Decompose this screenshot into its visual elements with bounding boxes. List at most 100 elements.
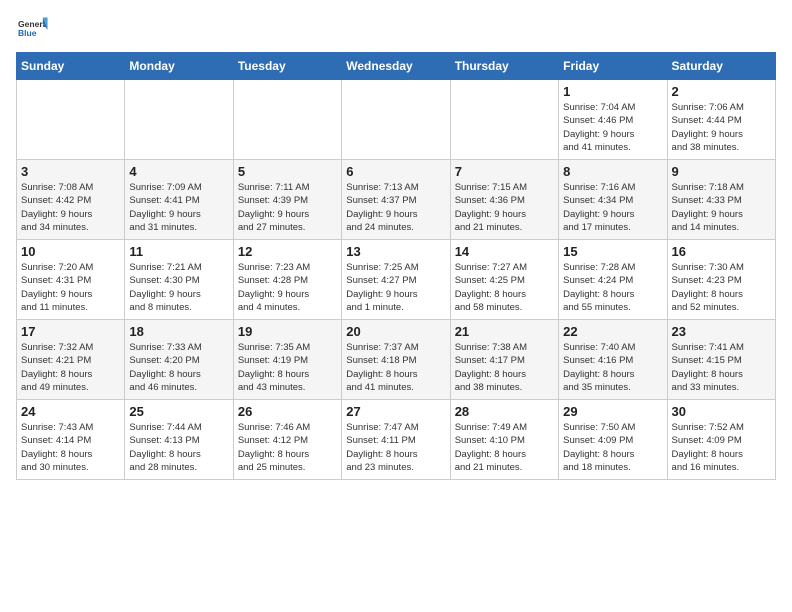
calendar-week-row: 24 Sunrise: 7:43 AM Sunset: 4:14 PM Dayli… bbox=[17, 400, 776, 480]
day-info: Sunrise: 7:30 AM Sunset: 4:23 PM Dayligh… bbox=[672, 261, 771, 314]
calendar-week-row: 10 Sunrise: 7:20 AM Sunset: 4:31 PM Dayli… bbox=[17, 240, 776, 320]
day-number: 7 bbox=[455, 164, 554, 179]
day-info: Sunrise: 7:09 AM Sunset: 4:41 PM Dayligh… bbox=[129, 181, 228, 234]
logo-icon: General Blue bbox=[16, 16, 48, 44]
day-number: 2 bbox=[672, 84, 771, 99]
day-number: 3 bbox=[21, 164, 120, 179]
day-info: Sunrise: 7:43 AM Sunset: 4:14 PM Dayligh… bbox=[21, 421, 120, 474]
day-number: 9 bbox=[672, 164, 771, 179]
calendar-cell: 25 Sunrise: 7:44 AM Sunset: 4:13 PM Dayli… bbox=[125, 400, 233, 480]
day-number: 25 bbox=[129, 404, 228, 419]
calendar-week-row: 3 Sunrise: 7:08 AM Sunset: 4:42 PM Daylig… bbox=[17, 160, 776, 240]
calendar-cell: 18 Sunrise: 7:33 AM Sunset: 4:20 PM Dayli… bbox=[125, 320, 233, 400]
day-info: Sunrise: 7:46 AM Sunset: 4:12 PM Dayligh… bbox=[238, 421, 337, 474]
day-number: 12 bbox=[238, 244, 337, 259]
calendar-cell: 30 Sunrise: 7:52 AM Sunset: 4:09 PM Dayli… bbox=[667, 400, 775, 480]
day-info: Sunrise: 7:08 AM Sunset: 4:42 PM Dayligh… bbox=[21, 181, 120, 234]
calendar-cell bbox=[450, 80, 558, 160]
day-number: 20 bbox=[346, 324, 445, 339]
day-info: Sunrise: 7:37 AM Sunset: 4:18 PM Dayligh… bbox=[346, 341, 445, 394]
day-number: 17 bbox=[21, 324, 120, 339]
day-info: Sunrise: 7:20 AM Sunset: 4:31 PM Dayligh… bbox=[21, 261, 120, 314]
day-number: 11 bbox=[129, 244, 228, 259]
day-number: 14 bbox=[455, 244, 554, 259]
weekday-header-saturday: Saturday bbox=[667, 53, 775, 80]
calendar-cell: 12 Sunrise: 7:23 AM Sunset: 4:28 PM Dayli… bbox=[233, 240, 341, 320]
day-info: Sunrise: 7:18 AM Sunset: 4:33 PM Dayligh… bbox=[672, 181, 771, 234]
day-info: Sunrise: 7:21 AM Sunset: 4:30 PM Dayligh… bbox=[129, 261, 228, 314]
calendar-cell bbox=[17, 80, 125, 160]
page-header: General Blue bbox=[16, 16, 776, 44]
calendar-cell: 2 Sunrise: 7:06 AM Sunset: 4:44 PM Daylig… bbox=[667, 80, 775, 160]
day-info: Sunrise: 7:06 AM Sunset: 4:44 PM Dayligh… bbox=[672, 101, 771, 154]
day-info: Sunrise: 7:47 AM Sunset: 4:11 PM Dayligh… bbox=[346, 421, 445, 474]
calendar-cell bbox=[233, 80, 341, 160]
calendar-cell: 7 Sunrise: 7:15 AM Sunset: 4:36 PM Daylig… bbox=[450, 160, 558, 240]
calendar-cell: 10 Sunrise: 7:20 AM Sunset: 4:31 PM Dayli… bbox=[17, 240, 125, 320]
calendar-cell: 1 Sunrise: 7:04 AM Sunset: 4:46 PM Daylig… bbox=[559, 80, 667, 160]
day-number: 30 bbox=[672, 404, 771, 419]
day-info: Sunrise: 7:27 AM Sunset: 4:25 PM Dayligh… bbox=[455, 261, 554, 314]
day-number: 24 bbox=[21, 404, 120, 419]
day-info: Sunrise: 7:33 AM Sunset: 4:20 PM Dayligh… bbox=[129, 341, 228, 394]
day-info: Sunrise: 7:38 AM Sunset: 4:17 PM Dayligh… bbox=[455, 341, 554, 394]
day-info: Sunrise: 7:11 AM Sunset: 4:39 PM Dayligh… bbox=[238, 181, 337, 234]
svg-text:Blue: Blue bbox=[18, 28, 37, 38]
calendar-cell: 5 Sunrise: 7:11 AM Sunset: 4:39 PM Daylig… bbox=[233, 160, 341, 240]
day-number: 6 bbox=[346, 164, 445, 179]
day-number: 29 bbox=[563, 404, 662, 419]
day-number: 5 bbox=[238, 164, 337, 179]
day-info: Sunrise: 7:16 AM Sunset: 4:34 PM Dayligh… bbox=[563, 181, 662, 234]
calendar-cell: 14 Sunrise: 7:27 AM Sunset: 4:25 PM Dayli… bbox=[450, 240, 558, 320]
weekday-header-sunday: Sunday bbox=[17, 53, 125, 80]
weekday-header-friday: Friday bbox=[559, 53, 667, 80]
day-info: Sunrise: 7:32 AM Sunset: 4:21 PM Dayligh… bbox=[21, 341, 120, 394]
calendar-cell: 28 Sunrise: 7:49 AM Sunset: 4:10 PM Dayli… bbox=[450, 400, 558, 480]
day-number: 28 bbox=[455, 404, 554, 419]
day-info: Sunrise: 7:04 AM Sunset: 4:46 PM Dayligh… bbox=[563, 101, 662, 154]
calendar-cell: 20 Sunrise: 7:37 AM Sunset: 4:18 PM Dayli… bbox=[342, 320, 450, 400]
calendar-week-row: 1 Sunrise: 7:04 AM Sunset: 4:46 PM Daylig… bbox=[17, 80, 776, 160]
calendar-cell: 8 Sunrise: 7:16 AM Sunset: 4:34 PM Daylig… bbox=[559, 160, 667, 240]
day-info: Sunrise: 7:41 AM Sunset: 4:15 PM Dayligh… bbox=[672, 341, 771, 394]
day-info: Sunrise: 7:44 AM Sunset: 4:13 PM Dayligh… bbox=[129, 421, 228, 474]
calendar-cell: 17 Sunrise: 7:32 AM Sunset: 4:21 PM Dayli… bbox=[17, 320, 125, 400]
day-number: 10 bbox=[21, 244, 120, 259]
weekday-header-monday: Monday bbox=[125, 53, 233, 80]
calendar-cell: 13Sunrise: 7:25 AM Sunset: 4:27 PM Dayli… bbox=[342, 240, 450, 320]
calendar-cell: 26Sunrise: 7:46 AM Sunset: 4:12 PM Dayli… bbox=[233, 400, 341, 480]
day-number: 22 bbox=[563, 324, 662, 339]
calendar-cell: 24 Sunrise: 7:43 AM Sunset: 4:14 PM Dayli… bbox=[17, 400, 125, 480]
calendar-cell bbox=[342, 80, 450, 160]
day-info: Sunrise: 7:49 AM Sunset: 4:10 PM Dayligh… bbox=[455, 421, 554, 474]
day-number: 8 bbox=[563, 164, 662, 179]
weekday-header-thursday: Thursday bbox=[450, 53, 558, 80]
calendar-cell: 3 Sunrise: 7:08 AM Sunset: 4:42 PM Daylig… bbox=[17, 160, 125, 240]
day-number: 19 bbox=[238, 324, 337, 339]
day-info: Sunrise: 7:25 AM Sunset: 4:27 PM Dayligh… bbox=[346, 261, 445, 314]
day-info: Sunrise: 7:52 AM Sunset: 4:09 PM Dayligh… bbox=[672, 421, 771, 474]
calendar-cell: 19 Sunrise: 7:35 AM Sunset: 4:19 PM Dayli… bbox=[233, 320, 341, 400]
calendar-cell: 4 Sunrise: 7:09 AM Sunset: 4:41 PM Daylig… bbox=[125, 160, 233, 240]
day-info: Sunrise: 7:50 AM Sunset: 4:09 PM Dayligh… bbox=[563, 421, 662, 474]
day-number: 15 bbox=[563, 244, 662, 259]
calendar-table: SundayMondayTuesdayWednesdayThursdayFrid… bbox=[16, 52, 776, 480]
calendar-cell: 15 Sunrise: 7:28 AM Sunset: 4:24 PM Dayli… bbox=[559, 240, 667, 320]
day-info: Sunrise: 7:40 AM Sunset: 4:16 PM Dayligh… bbox=[563, 341, 662, 394]
day-info: Sunrise: 7:35 AM Sunset: 4:19 PM Dayligh… bbox=[238, 341, 337, 394]
logo: General Blue bbox=[16, 16, 48, 44]
calendar-cell: 29 Sunrise: 7:50 AM Sunset: 4:09 PM Dayli… bbox=[559, 400, 667, 480]
day-info: Sunrise: 7:28 AM Sunset: 4:24 PM Dayligh… bbox=[563, 261, 662, 314]
calendar-cell bbox=[125, 80, 233, 160]
day-number: 1 bbox=[563, 84, 662, 99]
weekday-header-tuesday: Tuesday bbox=[233, 53, 341, 80]
day-number: 16 bbox=[672, 244, 771, 259]
day-info: Sunrise: 7:23 AM Sunset: 4:28 PM Dayligh… bbox=[238, 261, 337, 314]
weekday-header-row: SundayMondayTuesdayWednesdayThursdayFrid… bbox=[17, 53, 776, 80]
day-number: 18 bbox=[129, 324, 228, 339]
calendar-week-row: 17 Sunrise: 7:32 AM Sunset: 4:21 PM Dayli… bbox=[17, 320, 776, 400]
calendar-cell: 27Sunrise: 7:47 AM Sunset: 4:11 PM Dayli… bbox=[342, 400, 450, 480]
day-info: Sunrise: 7:15 AM Sunset: 4:36 PM Dayligh… bbox=[455, 181, 554, 234]
day-number: 4 bbox=[129, 164, 228, 179]
calendar-cell: 21Sunrise: 7:38 AM Sunset: 4:17 PM Dayli… bbox=[450, 320, 558, 400]
